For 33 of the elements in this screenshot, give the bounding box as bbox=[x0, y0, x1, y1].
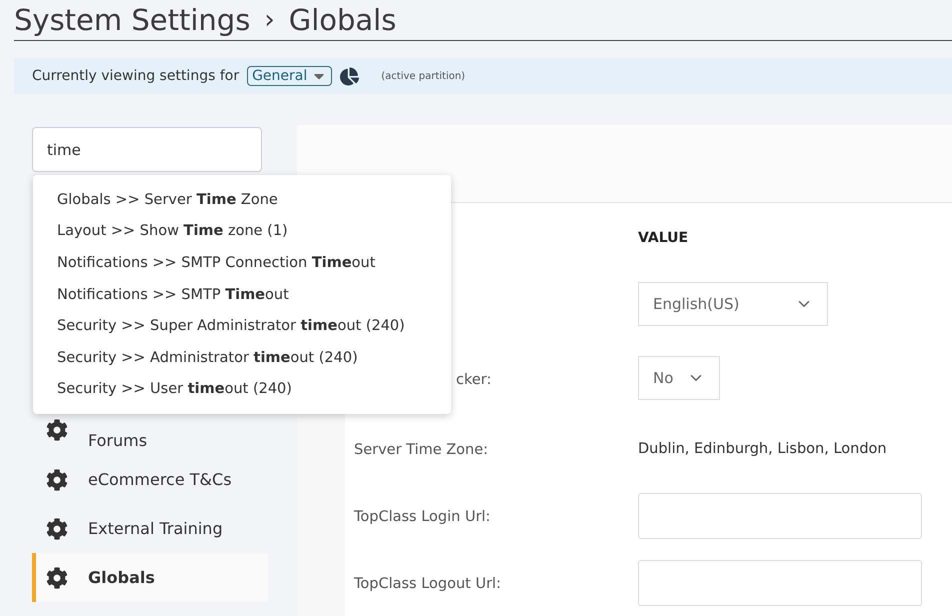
dropdown-select[interactable]: English(US) bbox=[638, 282, 828, 326]
dropdown-select[interactable]: No bbox=[638, 356, 720, 400]
suggestion-item[interactable]: Globals >> Server Time Zone bbox=[33, 184, 451, 216]
gear-icon bbox=[46, 468, 68, 490]
sidebar-item[interactable]: eCommerce T&Cs bbox=[32, 455, 268, 504]
sidebar-item[interactable]: Forums bbox=[32, 405, 268, 455]
breadcrumb-separator: › bbox=[264, 5, 275, 36]
url-field[interactable] bbox=[638, 560, 922, 606]
sidebar-item[interactable]: Globals bbox=[32, 553, 268, 602]
gear-icon bbox=[46, 518, 68, 540]
column-heading: VALUE bbox=[638, 230, 690, 248]
setting-label: cker: bbox=[455, 372, 492, 388]
page-title: Globals bbox=[288, 3, 396, 38]
suggestion-item[interactable]: Notifications >> SMTP Timeout bbox=[33, 278, 451, 310]
suggestion-item[interactable]: Security >> Administrator timeout (240) bbox=[33, 342, 451, 374]
suggestion-item[interactable]: Security >> User timeout (240) bbox=[33, 374, 451, 406]
partition-note: (active partition) bbox=[381, 70, 466, 82]
partition-select[interactable]: General bbox=[247, 66, 332, 86]
setting-label: TopClass Login Url: bbox=[354, 509, 490, 525]
gear-icon bbox=[46, 566, 68, 588]
suggestion-item[interactable]: Layout >> Show Time zone (1) bbox=[33, 216, 451, 248]
partition-label: Currently viewing settings for bbox=[32, 68, 240, 84]
url-field[interactable] bbox=[638, 492, 922, 538]
search-field[interactable]: time bbox=[32, 127, 262, 172]
pie-chart-icon[interactable] bbox=[340, 66, 360, 86]
sidebar-item[interactable]: External Training bbox=[32, 504, 268, 553]
page-title: System Settings bbox=[14, 3, 250, 38]
suggestion-item[interactable]: Security >> Super Administrator timeout (240) bbox=[33, 310, 451, 342]
setting-label: Server Time Zone: bbox=[354, 442, 488, 458]
setting-label: TopClass Logout Url: bbox=[354, 576, 501, 592]
suggestion-item[interactable]: Notifications >> SMTP Connection Timeout bbox=[33, 247, 451, 279]
setting-value: Dublin, Edinburgh, Lisbon, London bbox=[638, 440, 887, 456]
gear-icon bbox=[46, 419, 68, 441]
